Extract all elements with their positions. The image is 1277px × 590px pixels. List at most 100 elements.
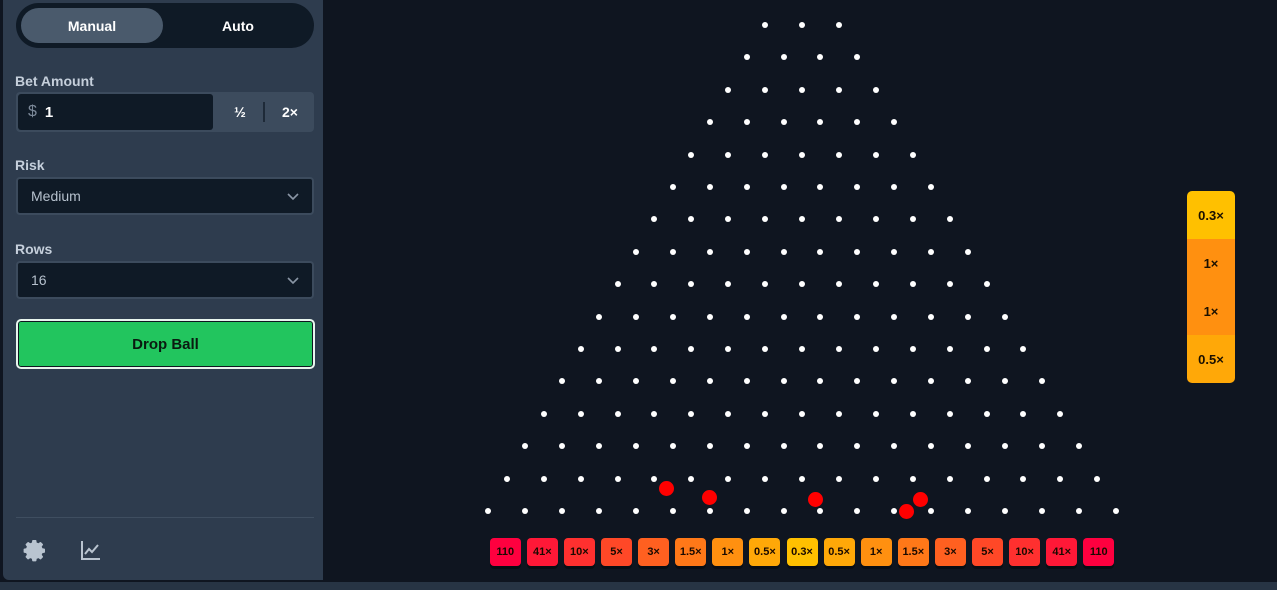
ball xyxy=(702,490,717,505)
peg xyxy=(891,248,898,255)
peg xyxy=(928,508,935,514)
peg xyxy=(688,346,695,352)
peg xyxy=(1057,410,1064,417)
peg xyxy=(706,184,713,190)
peg xyxy=(1038,378,1045,385)
peg xyxy=(946,410,953,417)
peg xyxy=(706,119,713,126)
peg xyxy=(633,248,639,255)
peg xyxy=(725,216,732,223)
peg xyxy=(743,443,750,450)
tab-manual[interactable]: Manual xyxy=(21,8,163,43)
peg xyxy=(725,86,732,93)
peg xyxy=(762,86,769,93)
peg xyxy=(762,346,769,352)
drop-ball-button[interactable]: Drop Ball xyxy=(16,319,315,369)
peg xyxy=(725,151,732,158)
peg xyxy=(965,508,971,514)
history-item: 1× xyxy=(1187,287,1235,335)
peg xyxy=(669,313,676,320)
peg xyxy=(1038,508,1045,514)
history-item: 1× xyxy=(1187,239,1235,287)
gear-icon[interactable] xyxy=(23,538,47,562)
risk-value: Medium xyxy=(31,188,81,204)
peg xyxy=(799,216,805,223)
peg xyxy=(872,346,879,352)
peg xyxy=(817,54,824,61)
peg xyxy=(891,378,898,385)
peg xyxy=(983,410,990,417)
peg xyxy=(872,151,879,158)
multiplier-slot: 5× xyxy=(972,538,1003,566)
peg xyxy=(872,410,879,417)
peg xyxy=(983,475,990,482)
peg xyxy=(854,184,861,190)
half-bet-button[interactable]: ½ xyxy=(216,92,264,132)
peg xyxy=(817,443,824,450)
peg xyxy=(596,443,603,450)
peg xyxy=(909,346,916,352)
peg xyxy=(854,378,861,385)
peg xyxy=(780,248,787,255)
rows-label: Rows xyxy=(15,241,53,257)
bet-amount-label: Bet Amount xyxy=(15,73,94,89)
peg xyxy=(669,443,676,450)
peg xyxy=(799,86,805,93)
peg xyxy=(835,22,842,28)
peg xyxy=(1075,443,1082,450)
peg xyxy=(614,346,621,352)
peg xyxy=(706,248,713,255)
peg xyxy=(946,281,953,288)
peg xyxy=(817,119,824,126)
peg xyxy=(891,508,898,514)
peg xyxy=(835,475,842,482)
peg xyxy=(614,410,621,417)
peg xyxy=(1038,443,1045,450)
peg xyxy=(799,151,805,158)
peg xyxy=(725,410,732,417)
peg xyxy=(688,475,695,482)
peg xyxy=(835,86,842,93)
risk-select[interactable]: Medium xyxy=(16,177,314,215)
multiplier-slot: 41× xyxy=(1046,538,1078,566)
peg xyxy=(596,378,603,385)
peg xyxy=(596,313,603,320)
peg xyxy=(872,475,879,482)
peg xyxy=(872,216,879,223)
peg xyxy=(983,346,990,352)
result-history: 0.3× 1× 1× 0.5× xyxy=(1187,191,1235,383)
history-item: 0.3× xyxy=(1187,191,1235,239)
peg xyxy=(669,508,676,514)
chart-icon[interactable] xyxy=(79,538,103,562)
bet-amount-input[interactable]: $ 1 xyxy=(18,94,213,130)
peg xyxy=(1002,443,1008,450)
peg xyxy=(799,410,805,417)
peg xyxy=(706,313,713,320)
peg xyxy=(835,216,842,223)
peg xyxy=(854,508,861,514)
peg xyxy=(559,443,566,450)
tab-auto[interactable]: Auto xyxy=(167,8,309,43)
rows-select[interactable]: 16 xyxy=(16,261,314,299)
double-bet-button[interactable]: 2× xyxy=(266,92,314,132)
peg xyxy=(965,443,971,450)
peg xyxy=(817,184,824,190)
bet-amount-value: 1 xyxy=(44,103,54,121)
peg xyxy=(946,216,953,223)
peg xyxy=(743,313,750,320)
peg xyxy=(614,281,621,288)
peg xyxy=(817,313,824,320)
peg xyxy=(909,216,916,223)
peg xyxy=(1002,313,1008,320)
peg xyxy=(743,508,750,514)
peg xyxy=(817,508,824,514)
peg xyxy=(725,346,732,352)
peg xyxy=(669,248,676,255)
peg xyxy=(762,281,769,288)
ball xyxy=(913,492,928,507)
multiplier-slot: 3× xyxy=(638,538,670,566)
chevron-down-icon xyxy=(287,277,299,285)
peg xyxy=(743,248,750,255)
peg xyxy=(928,378,935,385)
peg xyxy=(577,475,584,482)
